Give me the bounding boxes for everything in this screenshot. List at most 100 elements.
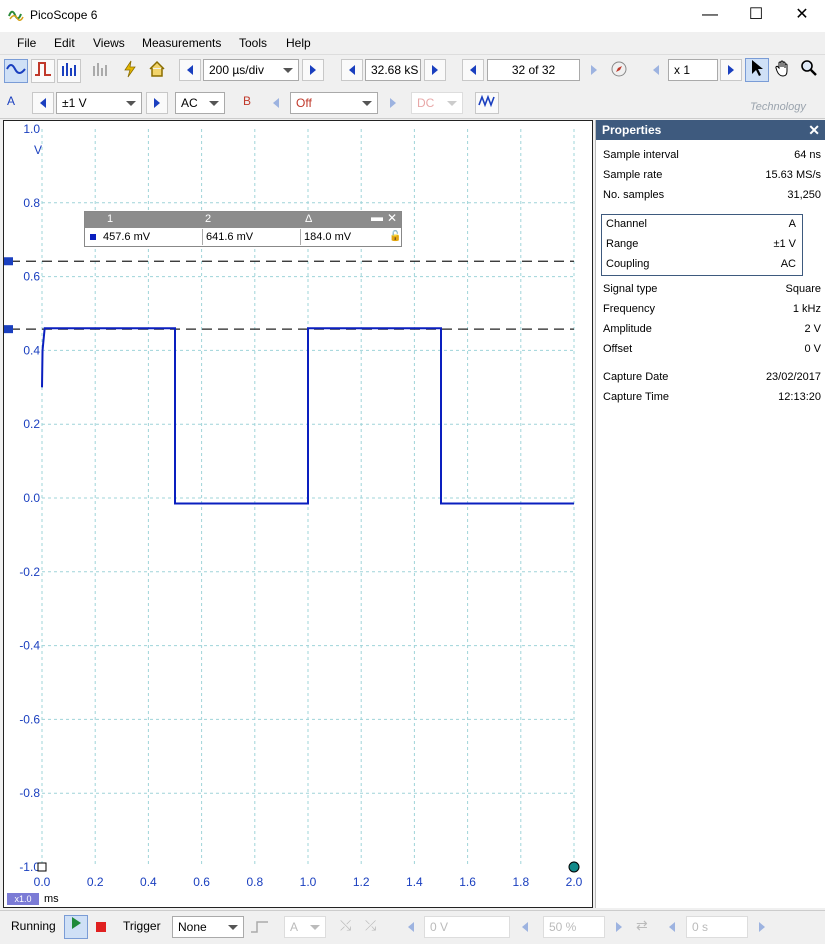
spectrum-mode-button[interactable] [57, 59, 81, 83]
channel-b-range-prev-button[interactable] [265, 92, 287, 114]
channel-b-coupling-select[interactable]: DC [411, 92, 463, 114]
property-row: Sample rate 15.63 MS/s [603, 169, 821, 181]
menu-tools[interactable]: Tools [239, 36, 267, 50]
rising-trigger-icon[interactable]: ⤯ [340, 917, 351, 934]
chevron-right-icon [390, 98, 396, 108]
channel-b-label[interactable]: B [243, 94, 251, 108]
chevron-left-icon [408, 922, 414, 932]
channel-b-coupling-value: DC [417, 96, 435, 110]
stop-icon[interactable] [96, 922, 106, 932]
origin-marker-icon [37, 862, 47, 872]
channel-a-range-next-button[interactable] [146, 92, 168, 114]
running-label: Running [11, 919, 56, 933]
threshold-prev-button[interactable] [400, 916, 422, 938]
close-icon: ✕ [795, 6, 809, 23]
delay-prev-button[interactable] [661, 916, 683, 938]
timebase-select[interactable]: 200 µs/div [203, 59, 299, 81]
buffer-prev-button[interactable] [462, 59, 484, 81]
zoom-next-button[interactable] [720, 59, 742, 81]
threshold-next-button[interactable] [514, 916, 536, 938]
trigger-mode-select[interactable]: None [172, 916, 244, 938]
close-legend-icon[interactable]: ✕ [387, 211, 397, 225]
post-trigger-icon[interactable]: ⇄ [636, 917, 648, 934]
buffer-navigator-button[interactable] [608, 59, 630, 81]
property-label: Signal type [603, 283, 658, 295]
y-tick-label: 0.4 [23, 343, 40, 357]
chevron-down-icon [209, 101, 219, 106]
channel-b-range-select[interactable]: Off [290, 92, 378, 114]
menu-measurements[interactable]: Measurements [142, 36, 221, 50]
samples-field[interactable]: 32.68 kS [365, 59, 421, 81]
property-label: Coupling [606, 258, 650, 270]
ruler-legend[interactable]: 1 2 Δ ▬ ✕ 457.6 mV 641.6 mV 184.0 mV 🔓 [84, 210, 402, 247]
x-tick-label: 0.0 [34, 875, 51, 889]
ruler-value-1: 457.6 mV [100, 229, 203, 245]
delay-field[interactable]: 0 s [686, 916, 748, 938]
menu-views[interactable]: Views [93, 36, 125, 50]
menu-file[interactable]: File [17, 36, 36, 50]
default-view-button[interactable] [145, 59, 169, 83]
pointer-tool-button[interactable] [745, 58, 769, 82]
run-button[interactable] [64, 915, 88, 939]
pretrigger-next-button[interactable] [608, 916, 630, 938]
chevron-left-icon [653, 65, 659, 75]
channel-a-range-select[interactable]: ±1 V [56, 92, 142, 114]
samples-next-button[interactable] [424, 59, 446, 81]
spectrum-alt-button[interactable] [88, 59, 112, 83]
chevron-right-icon [728, 65, 734, 75]
trigger-mode-value: None [178, 920, 207, 934]
samples-prev-button[interactable] [341, 59, 363, 81]
close-button[interactable]: ✕ [779, 0, 825, 32]
timebase-prev-button[interactable] [179, 59, 201, 81]
chevron-left-icon [522, 922, 528, 932]
scope-view[interactable]: 0.0 0.2 0.4 0.6 0.8 1.0 1.2 1.4 1.6 1.8 2.0 1.0 0.8 0… [3, 120, 593, 908]
property-row: Signal type Square [603, 283, 821, 295]
delay-next-button[interactable] [751, 916, 773, 938]
ruler-legend-header: 1 2 Δ ▬ ✕ [85, 210, 401, 228]
property-row: Frequency 1 kHz [603, 303, 821, 315]
scope-mode-button[interactable] [4, 59, 28, 83]
samples-value: 32.68 kS [371, 63, 419, 77]
y-tick-label: 0.0 [23, 491, 40, 505]
menu-help[interactable]: Help [286, 36, 311, 50]
y-tick-label: 0.8 [23, 196, 40, 210]
delay-value: 0 s [692, 920, 709, 934]
close-properties-icon[interactable]: ✕ [808, 120, 820, 140]
threshold-field[interactable]: 0 V [424, 916, 510, 938]
scope-wave-icon [6, 64, 26, 74]
zoom-prev-button[interactable] [645, 59, 667, 81]
minimize-legend-icon[interactable]: ▬ [371, 210, 383, 224]
zoom-field[interactable]: x 1 [668, 59, 718, 81]
lightning-icon [124, 60, 136, 78]
channel-a-coupling-select[interactable]: AC [175, 92, 225, 114]
pretrigger-field[interactable]: 50 % [543, 916, 605, 938]
minimize-button[interactable]: — [687, 0, 733, 32]
chevron-left-icon [187, 65, 193, 75]
signal-generator-button[interactable] [475, 92, 499, 114]
property-row: Offset 0 V [603, 343, 821, 355]
trigger-channel-select[interactable]: A [284, 916, 326, 938]
ruler-value-delta: 184.0 mV [304, 231, 352, 243]
maximize-button[interactable]: ☐ [733, 0, 779, 32]
channel-b-range-next-button[interactable] [382, 92, 404, 114]
property-value: 64 ns [794, 149, 821, 161]
property-label: Channel [606, 218, 647, 230]
picoscope-logo-icon [8, 10, 24, 21]
channel-a-range-prev-button[interactable] [32, 92, 54, 114]
zoom-tool-button[interactable] [797, 58, 821, 82]
lock-icon[interactable]: 🔓 [389, 231, 401, 242]
persistence-mode-button[interactable] [31, 59, 55, 83]
hand-tool-button[interactable] [771, 58, 795, 82]
menu-edit[interactable]: Edit [54, 36, 75, 50]
buffer-field[interactable]: 32 of 32 [487, 59, 580, 81]
trigger-edge-button[interactable] [250, 919, 270, 935]
channel-a-label[interactable]: A [7, 94, 15, 108]
status-bar: Running Trigger None A ⤯ ⤰ 0 V 50 % ⇄ 0 … [0, 910, 825, 944]
channel-toolbar: A ±1 V AC B Off DC Technology [0, 88, 825, 119]
auto-setup-button[interactable] [118, 59, 142, 83]
signal-generator-icon [478, 94, 495, 108]
timebase-next-button[interactable] [302, 59, 324, 81]
buffer-next-button[interactable] [583, 59, 605, 81]
falling-trigger-icon[interactable]: ⤰ [365, 917, 376, 934]
buffer-value: 32 of 32 [511, 63, 556, 77]
